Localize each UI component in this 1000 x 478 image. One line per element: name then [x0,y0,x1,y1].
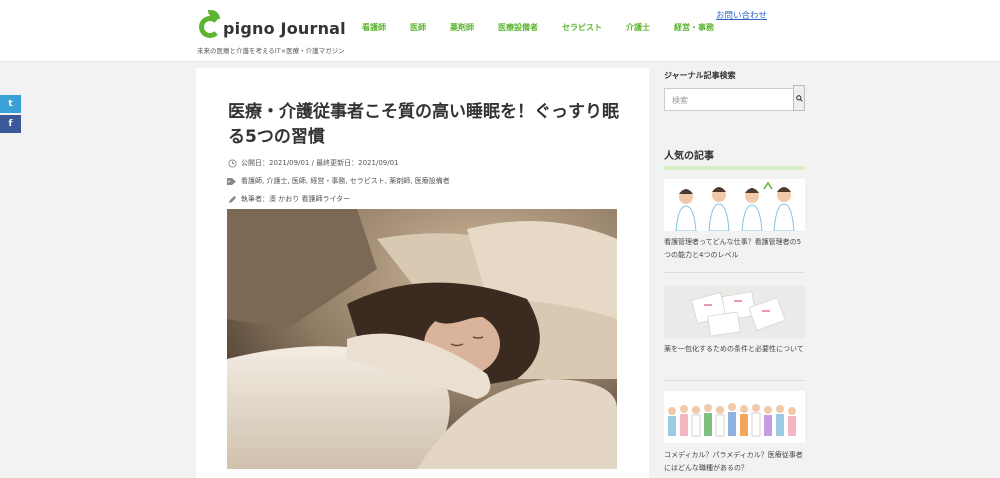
search-icon [795,94,803,102]
main-nav: 看護師 医師 薬剤師 医療設備者 セラピスト 介護士 経営・事務 [362,22,738,33]
site-tagline: 未来の医療と介護を考えるIT×医療・介護マガジン [197,47,345,55]
search-input[interactable]: 検索 [664,88,794,111]
tags-text[interactable]: 看護師, 介護士, 医師, 経営・事務, セラピスト, 薬剤師, 医療設備者 [241,176,450,186]
popular-card-1-title[interactable]: 看護管理者ってどんな仕事？看護管理者の5つの能力と4つのレベル [664,236,805,262]
facebook-icon: f [8,119,13,129]
article-card: 医療・介護従事者こそ質の高い睡眠を！ぐっすり眠る5つの習慣 公開日：2021/0… [196,68,649,478]
nav-item-therapist[interactable]: セラピスト [562,22,602,33]
author-text: 執筆者：湊 かおり 看護師ライター [241,195,351,203]
popular-card-3-title[interactable]: コメディカル？パラメディカル？医療従事者にはどんな職種があるの？ [664,449,805,475]
facebook-share-button[interactable]: f [0,115,21,133]
date-text: 公開日：2021/09/01 / 最終更新日：2021/09/01 [241,159,399,167]
article-tags: 看護師, 介護士, 医師, 経営・事務, セラピスト, 薬剤師, 医療設備者 [227,176,450,186]
epigno-logo-icon [197,10,223,40]
popular-card-2-title[interactable]: 薬を一包化するための条件と必要性について [664,343,805,356]
site-header: pigno Journal 未来の医療と介護を考えるIT×医療・介護マガジン 看… [0,0,1000,62]
search-button[interactable] [793,85,805,111]
site-logo[interactable]: pigno Journal [197,10,346,40]
logo-text: pigno Journal [223,19,346,38]
hero-image-sleeping-woman [227,209,617,469]
contact-link[interactable]: お問い合わせ [716,9,767,21]
clock-icon [227,158,237,168]
divider [664,272,805,273]
article-author: 執筆者：湊 かおり 看護師ライター [227,194,350,204]
nav-item-nurse[interactable]: 看護師 [362,22,386,33]
sidebar-search-title: ジャーナル記事検索 [664,71,736,80]
nav-item-doctor[interactable]: 医師 [410,22,426,33]
nav-item-pharmacist[interactable]: 薬剤師 [450,22,474,33]
pencil-icon [227,194,237,204]
divider [664,380,805,381]
nav-item-medical-facility[interactable]: 医療設備者 [498,22,538,33]
popular-card-3-image[interactable] [664,391,805,443]
popular-card-1-image[interactable] [664,179,805,231]
nav-item-management[interactable]: 経営・事務 [674,22,714,33]
article-date: 公開日：2021/09/01 / 最終更新日：2021/09/01 [227,158,399,168]
twitter-icon: t [8,99,13,109]
popular-articles-title: 人気の記事 [664,147,805,170]
article-title: 医療・介護従事者こそ質の高い睡眠を！ぐっすり眠る5つの習慣 [228,102,619,147]
nav-item-caregiver[interactable]: 介護士 [626,22,650,33]
twitter-share-button[interactable]: t [0,95,21,113]
tag-icon [227,176,237,186]
popular-card-2-image[interactable] [664,286,805,338]
